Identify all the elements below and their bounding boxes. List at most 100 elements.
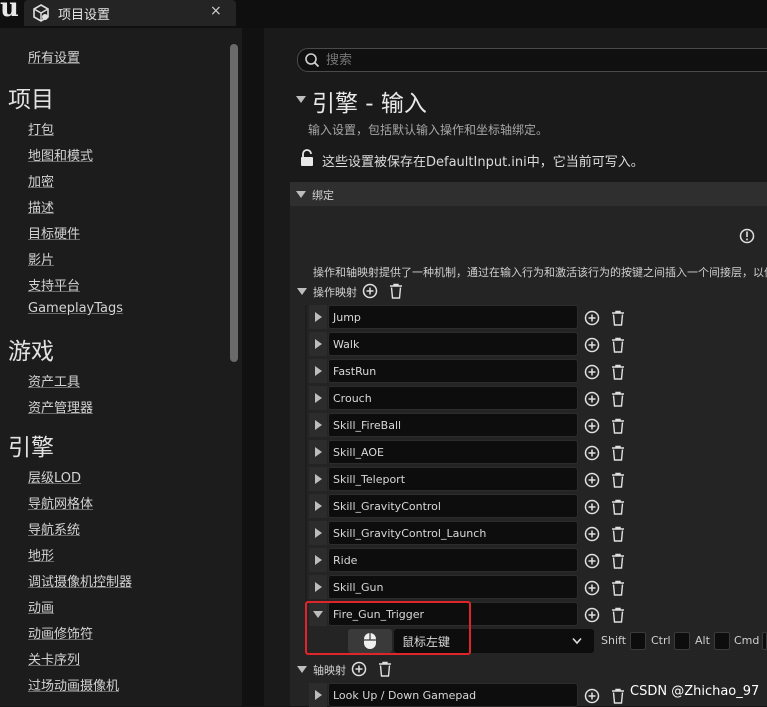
add-action-mapping-icon[interactable] — [362, 283, 378, 299]
remove-action-trash-icon[interactable] — [611, 391, 625, 407]
action-name-field[interactable]: Skill_Gun — [328, 575, 578, 599]
tab-project-settings[interactable]: 项目设置 × — [24, 0, 236, 26]
modifier-cmd-checkbox[interactable] — [762, 632, 767, 650]
action-name-field[interactable]: Skill_GravityControl_Launch — [328, 521, 578, 545]
action-name-text: Skill_Gun — [333, 581, 384, 594]
sidebar-item-encryption[interactable]: 加密 — [28, 171, 54, 190]
remove-action-trash-icon[interactable] — [611, 607, 625, 623]
axis-mappings-caret-icon[interactable] — [297, 666, 307, 673]
remove-action-trash-icon[interactable] — [611, 553, 625, 569]
add-key-icon[interactable] — [584, 472, 600, 488]
action-row-expander[interactable] — [309, 413, 327, 437]
sidebar-item-animation-modifiers[interactable]: 动画修饰符 — [28, 623, 93, 642]
action-name-field[interactable]: Skill_Teleport — [328, 467, 578, 491]
action-row-expander[interactable] — [309, 386, 327, 410]
info-icon — [739, 228, 755, 244]
action-name-field[interactable]: Jump — [328, 305, 578, 329]
sidebar-item-asset-tools[interactable]: 资产工具 — [28, 371, 80, 390]
action-name-text: FastRun — [333, 365, 377, 378]
clear-action-mappings-trash-icon[interactable] — [389, 283, 403, 299]
expand-caret-icon — [315, 393, 322, 403]
sidebar-scrollbar[interactable] — [230, 44, 238, 362]
sidebar-item-movies[interactable]: 影片 — [28, 249, 54, 268]
action-row-expander[interactable] — [309, 305, 327, 329]
add-key-icon[interactable] — [584, 580, 600, 596]
action-row-expander[interactable] — [309, 467, 327, 491]
settings-cube-icon — [33, 4, 49, 22]
add-key-icon[interactable] — [584, 607, 600, 623]
add-key-icon[interactable] — [584, 445, 600, 461]
sidebar-item-landscape[interactable]: 地形 — [28, 545, 54, 564]
action-name-field[interactable]: FastRun — [328, 359, 578, 383]
add-key-icon[interactable] — [584, 310, 600, 326]
action-name-field[interactable]: Skill_GravityControl — [328, 494, 578, 518]
action-mappings-caret-icon[interactable] — [297, 288, 307, 295]
settings-sidebar: 所有设置 项目 打包 地图和模式 加密 描述 目标硬件 影片 支持平台 Game… — [0, 28, 242, 706]
close-icon[interactable]: × — [210, 3, 222, 19]
sidebar-item-gameplay-tags[interactable]: GameplayTags — [28, 301, 123, 316]
remove-axis-trash-icon[interactable] — [611, 688, 625, 704]
sidebar-item-description[interactable]: 描述 — [28, 197, 54, 216]
action-name-field[interactable]: Walk — [328, 332, 578, 356]
modifier-alt-checkbox[interactable] — [714, 632, 730, 650]
sidebar-item-debug-camera[interactable]: 调试摄像机控制器 — [28, 571, 132, 590]
sidebar-item-nav-system[interactable]: 导航系统 — [28, 519, 80, 538]
sidebar-item-asset-manager[interactable]: 资产管理器 — [28, 397, 93, 416]
action-name-field[interactable]: Skill_FireBall — [328, 413, 578, 437]
add-key-icon[interactable] — [584, 418, 600, 434]
remove-action-trash-icon[interactable] — [611, 526, 625, 542]
modifier-shift-checkbox[interactable] — [630, 632, 646, 650]
action-name-field[interactable]: Skill_AOE — [328, 440, 578, 464]
action-name-text: Skill_FireBall — [333, 419, 402, 432]
sidebar-item-level-sequence[interactable]: 关卡序列 — [28, 649, 80, 668]
add-key-icon[interactable] — [584, 499, 600, 515]
sidebar-all-settings-link[interactable]: 所有设置 — [28, 47, 80, 66]
remove-action-trash-icon[interactable] — [611, 580, 625, 596]
action-name-field[interactable]: Ride — [328, 548, 578, 572]
search-box[interactable] — [297, 48, 767, 72]
modifier-ctrl-checkbox[interactable] — [674, 632, 690, 650]
remove-action-trash-icon[interactable] — [611, 418, 625, 434]
sidebar-item-supported-platforms[interactable]: 支持平台 — [28, 275, 80, 294]
search-icon — [305, 53, 320, 68]
sidebar-item-navmesh[interactable]: 导航网格体 — [28, 493, 93, 512]
action-row-expander[interactable] — [309, 548, 327, 572]
bindings-category-header[interactable]: 绑定 — [290, 182, 767, 206]
clear-axis-mappings-trash-icon[interactable] — [378, 661, 392, 677]
action-name-text: Skill_Teleport — [333, 473, 406, 486]
sidebar-item-maps-modes[interactable]: 地图和模式 — [28, 145, 93, 164]
action-row-expander[interactable] — [309, 332, 327, 356]
add-key-icon[interactable] — [584, 553, 600, 569]
axis-name-field[interactable]: Look Up / Down Gamepad — [328, 683, 578, 707]
action-row-expander[interactable] — [309, 494, 327, 518]
bindings-label: 绑定 — [312, 189, 334, 202]
sidebar-item-target-hardware[interactable]: 目标硬件 — [28, 223, 80, 242]
sidebar-item-hlod[interactable]: 层级LOD — [28, 467, 81, 486]
action-row-expander[interactable] — [309, 359, 327, 383]
sidebar-item-packaging[interactable]: 打包 — [28, 119, 54, 138]
collapse-caret-icon[interactable] — [296, 96, 306, 103]
remove-action-trash-icon[interactable] — [611, 445, 625, 461]
add-axis-key-icon[interactable] — [584, 688, 600, 704]
add-key-icon[interactable] — [584, 526, 600, 542]
action-row-expander[interactable] — [309, 575, 327, 599]
remove-action-trash-icon[interactable] — [611, 310, 625, 326]
remove-action-trash-icon[interactable] — [611, 472, 625, 488]
action-name-field[interactable]: Crouch — [328, 386, 578, 410]
remove-action-trash-icon[interactable] — [611, 337, 625, 353]
tab-title: 项目设置 — [58, 8, 111, 23]
page-description: 输入设置，包括默认输入操作和坐标轴绑定。 — [308, 123, 549, 137]
sidebar-item-animation[interactable]: 动画 — [28, 597, 54, 616]
action-row-expander[interactable] — [309, 521, 327, 545]
add-key-icon[interactable] — [584, 364, 600, 380]
add-axis-mapping-icon[interactable] — [351, 661, 367, 677]
action-row-expander[interactable] — [309, 440, 327, 464]
remove-action-trash-icon[interactable] — [611, 364, 625, 380]
remove-action-trash-icon[interactable] — [611, 499, 625, 515]
axis-row-expander[interactable] — [309, 683, 327, 707]
add-key-icon[interactable] — [584, 391, 600, 407]
action-name-text: Ride — [333, 554, 358, 567]
add-key-icon[interactable] — [584, 337, 600, 353]
search-input[interactable] — [326, 49, 746, 71]
sidebar-item-cinematic-camera[interactable]: 过场动画摄像机 — [28, 675, 119, 694]
